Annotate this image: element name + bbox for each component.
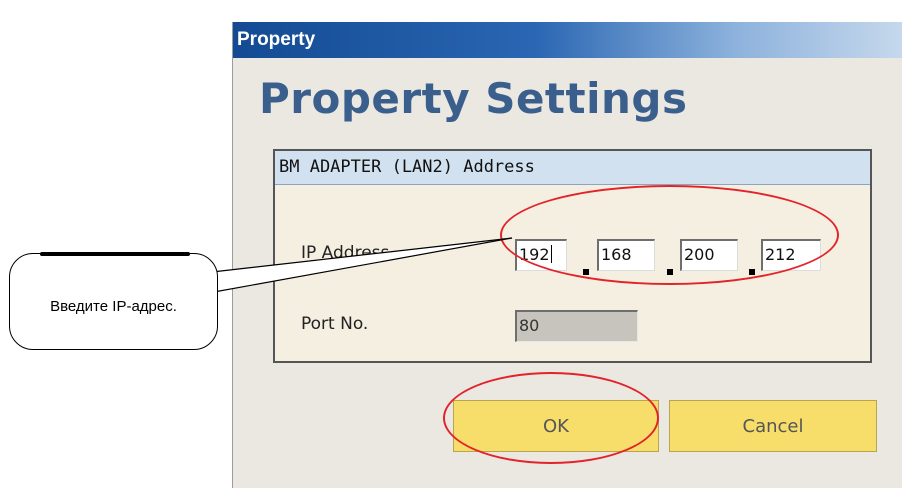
callout-text: Введите IP-адрес. [50, 298, 177, 315]
callout-pointer [211, 237, 513, 293]
callout-top-edge [40, 252, 190, 256]
callout-bubble: Введите IP-адрес. [9, 252, 218, 350]
